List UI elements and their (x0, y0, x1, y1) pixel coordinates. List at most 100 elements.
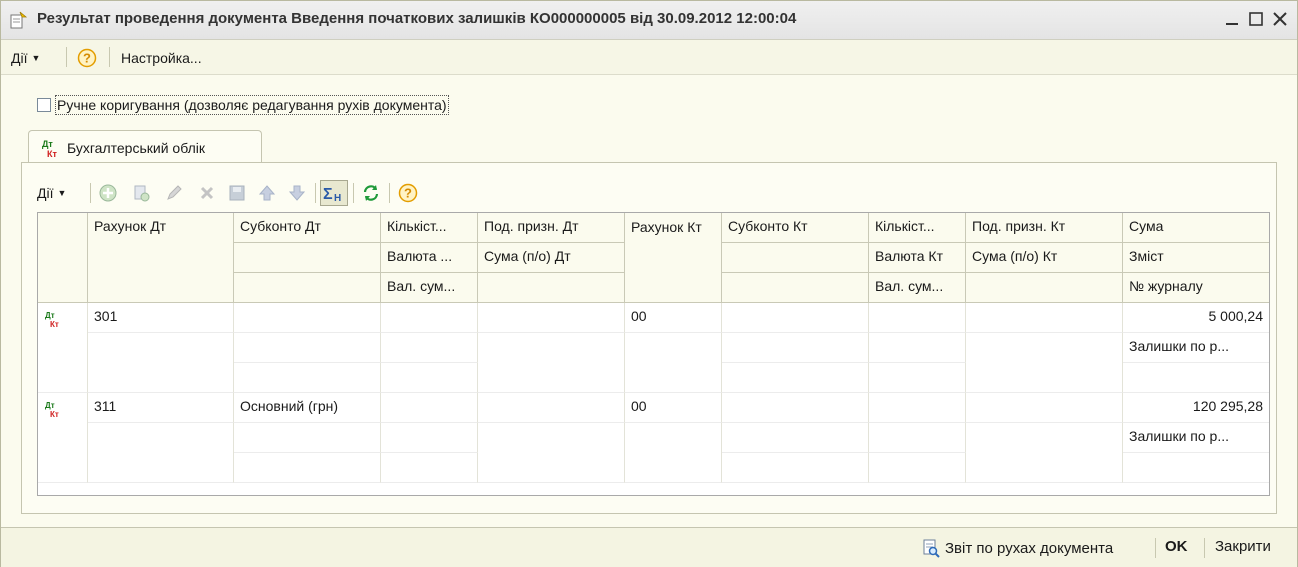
header-qty-dt[interactable]: Кількіст... (381, 213, 478, 243)
bottom-separator (1155, 538, 1156, 558)
row-account-dt-extra (88, 423, 234, 483)
copy-button[interactable] (130, 182, 152, 204)
row-content[interactable]: Залишки по р... (1123, 333, 1269, 363)
header-subconto-dt[interactable]: Субконто Дт (234, 213, 381, 243)
row-subconto-kt[interactable] (722, 393, 869, 423)
header-sum-tax-kt[interactable]: Сума (п/о) Кт (966, 243, 1123, 273)
row-subconto-kt-2[interactable] (722, 423, 869, 453)
row-sum-tax-dt[interactable] (478, 423, 625, 483)
row-subconto-dt-3[interactable] (234, 363, 381, 393)
row-icon-cell: Дт Кт (38, 303, 88, 393)
close-window-button[interactable] (1269, 8, 1291, 30)
row-qty-dt[interactable] (381, 303, 478, 333)
row-sum-tax-kt[interactable] (966, 423, 1123, 483)
row-sum-tax-kt[interactable] (966, 333, 1123, 393)
row-journal-no[interactable] (1123, 363, 1269, 393)
table-help-button[interactable]: ? (397, 182, 419, 204)
close-button[interactable]: Закрити (1215, 538, 1271, 555)
row-qty-dt[interactable] (381, 393, 478, 423)
manual-edit-row[interactable]: Ручне коригування (дозволяє редагування … (37, 95, 449, 115)
move-up-button[interactable] (256, 182, 278, 204)
header-cur-sum-dt[interactable]: Вал. сум... (381, 273, 478, 303)
header-subconto-kt[interactable]: Субконто Кт (722, 213, 869, 243)
header-sum-tax-dt[interactable]: Сума (п/о) Дт (478, 243, 625, 273)
row-account-kt[interactable]: 00 (625, 303, 722, 333)
move-down-icon (288, 185, 306, 201)
table-toolbar: Дії ▼ Σ H ? (37, 179, 637, 207)
table-actions-menu[interactable]: Дії ▼ (37, 183, 66, 203)
header-currency-kt[interactable]: Валюта Кт (869, 243, 966, 273)
row-currency-dt[interactable] (381, 423, 478, 453)
row-currency-dt[interactable] (381, 333, 478, 363)
manual-edit-label[interactable]: Ручне коригування (дозволяє редагування … (55, 95, 449, 115)
svg-text:Σ: Σ (323, 186, 333, 203)
edit-icon (167, 185, 182, 200)
header-account-kt[interactable]: Рахунок Кт (625, 213, 722, 303)
tab-accounting[interactable]: Дт Кт Бухгалтерський облік (28, 130, 262, 164)
sum-toggle-button[interactable]: Σ H (320, 180, 348, 206)
row-subconto-kt-2[interactable] (722, 333, 869, 363)
row-qty-kt[interactable] (869, 303, 966, 333)
dt-kt-icon: Дт Кт (45, 401, 59, 419)
movements-report-button[interactable]: Звіт по рухах документа (921, 538, 1113, 558)
header-amount[interactable]: Сума (1123, 213, 1269, 243)
help-button[interactable]: ? (77, 48, 97, 68)
post-button[interactable] (226, 182, 248, 204)
row-amount[interactable]: 120 295,28 (1123, 393, 1269, 423)
delete-button[interactable] (196, 182, 218, 204)
row-cur-sum-dt[interactable] (381, 453, 478, 483)
row-qty-kt[interactable] (869, 393, 966, 423)
row-cur-sum-dt[interactable] (381, 363, 478, 393)
edit-button[interactable] (163, 182, 185, 204)
svg-text:?: ? (83, 51, 91, 66)
row-cur-sum-kt[interactable] (869, 453, 966, 483)
row-account-kt[interactable]: 00 (625, 393, 722, 423)
row-subconto-kt-3[interactable] (722, 363, 869, 393)
row-subconto-kt-3[interactable] (722, 453, 869, 483)
tab-label: Бухгалтерський облік (67, 139, 205, 156)
svg-text:Дт: Дт (45, 401, 55, 410)
add-button[interactable] (97, 182, 119, 204)
row-content[interactable]: Залишки по р... (1123, 423, 1269, 453)
row-account-dt[interactable]: 311 (88, 393, 234, 423)
header-journal-no[interactable]: № журналу (1123, 273, 1269, 303)
header-qty-kt[interactable]: Кількіст... (869, 213, 966, 243)
row-journal-no[interactable] (1123, 453, 1269, 483)
row-sum-tax-dt[interactable] (478, 333, 625, 393)
move-down-button[interactable] (286, 182, 308, 204)
header-currency-dt[interactable]: Валюта ... (381, 243, 478, 273)
row-cur-sum-kt[interactable] (869, 363, 966, 393)
row-subconto-dt-3[interactable] (234, 453, 381, 483)
settings-button[interactable]: Настройка... (121, 48, 202, 68)
row-tax-dt[interactable] (478, 303, 625, 333)
document-result-window: Результат проведення документа Введення … (0, 0, 1298, 567)
row-subconto-dt[interactable]: Основний (грн) (234, 393, 381, 423)
row-currency-kt[interactable] (869, 333, 966, 363)
maximize-button[interactable] (1245, 8, 1267, 30)
row-subconto-kt[interactable] (722, 303, 869, 333)
svg-text:Дт: Дт (45, 311, 55, 320)
row-tax-kt[interactable] (966, 303, 1123, 333)
movements-table[interactable]: Рахунок Дт Субконто Дт Кількіст... Валют… (37, 212, 1270, 496)
header-content[interactable]: Зміст (1123, 243, 1269, 273)
row-subconto-dt-2[interactable] (234, 423, 381, 453)
row-subconto-dt-2[interactable] (234, 333, 381, 363)
header-account-dt[interactable]: Рахунок Дт (88, 213, 234, 303)
row-subconto-dt[interactable] (234, 303, 381, 333)
row-tax-kt[interactable] (966, 393, 1123, 423)
ok-button[interactable]: OK (1165, 538, 1188, 555)
row-currency-kt[interactable] (869, 423, 966, 453)
header-tax-dt[interactable]: Под. призн. Дт (478, 213, 625, 243)
manual-edit-checkbox[interactable] (37, 98, 51, 112)
row-amount[interactable]: 5 000,24 (1123, 303, 1269, 333)
header-tax-kt[interactable]: Под. призн. Кт (966, 213, 1123, 243)
row-account-dt-extra (88, 333, 234, 393)
actions-menu[interactable]: Дії ▼ (11, 48, 40, 68)
row-account-dt[interactable]: 301 (88, 303, 234, 333)
refresh-button[interactable] (360, 182, 382, 204)
row-tax-dt[interactable] (478, 393, 625, 423)
chevron-down-icon: ▼ (57, 188, 67, 198)
header-cur-sum-kt[interactable]: Вал. сум... (869, 273, 966, 303)
bottom-separator (1204, 538, 1205, 558)
minimize-button[interactable] (1221, 8, 1243, 30)
